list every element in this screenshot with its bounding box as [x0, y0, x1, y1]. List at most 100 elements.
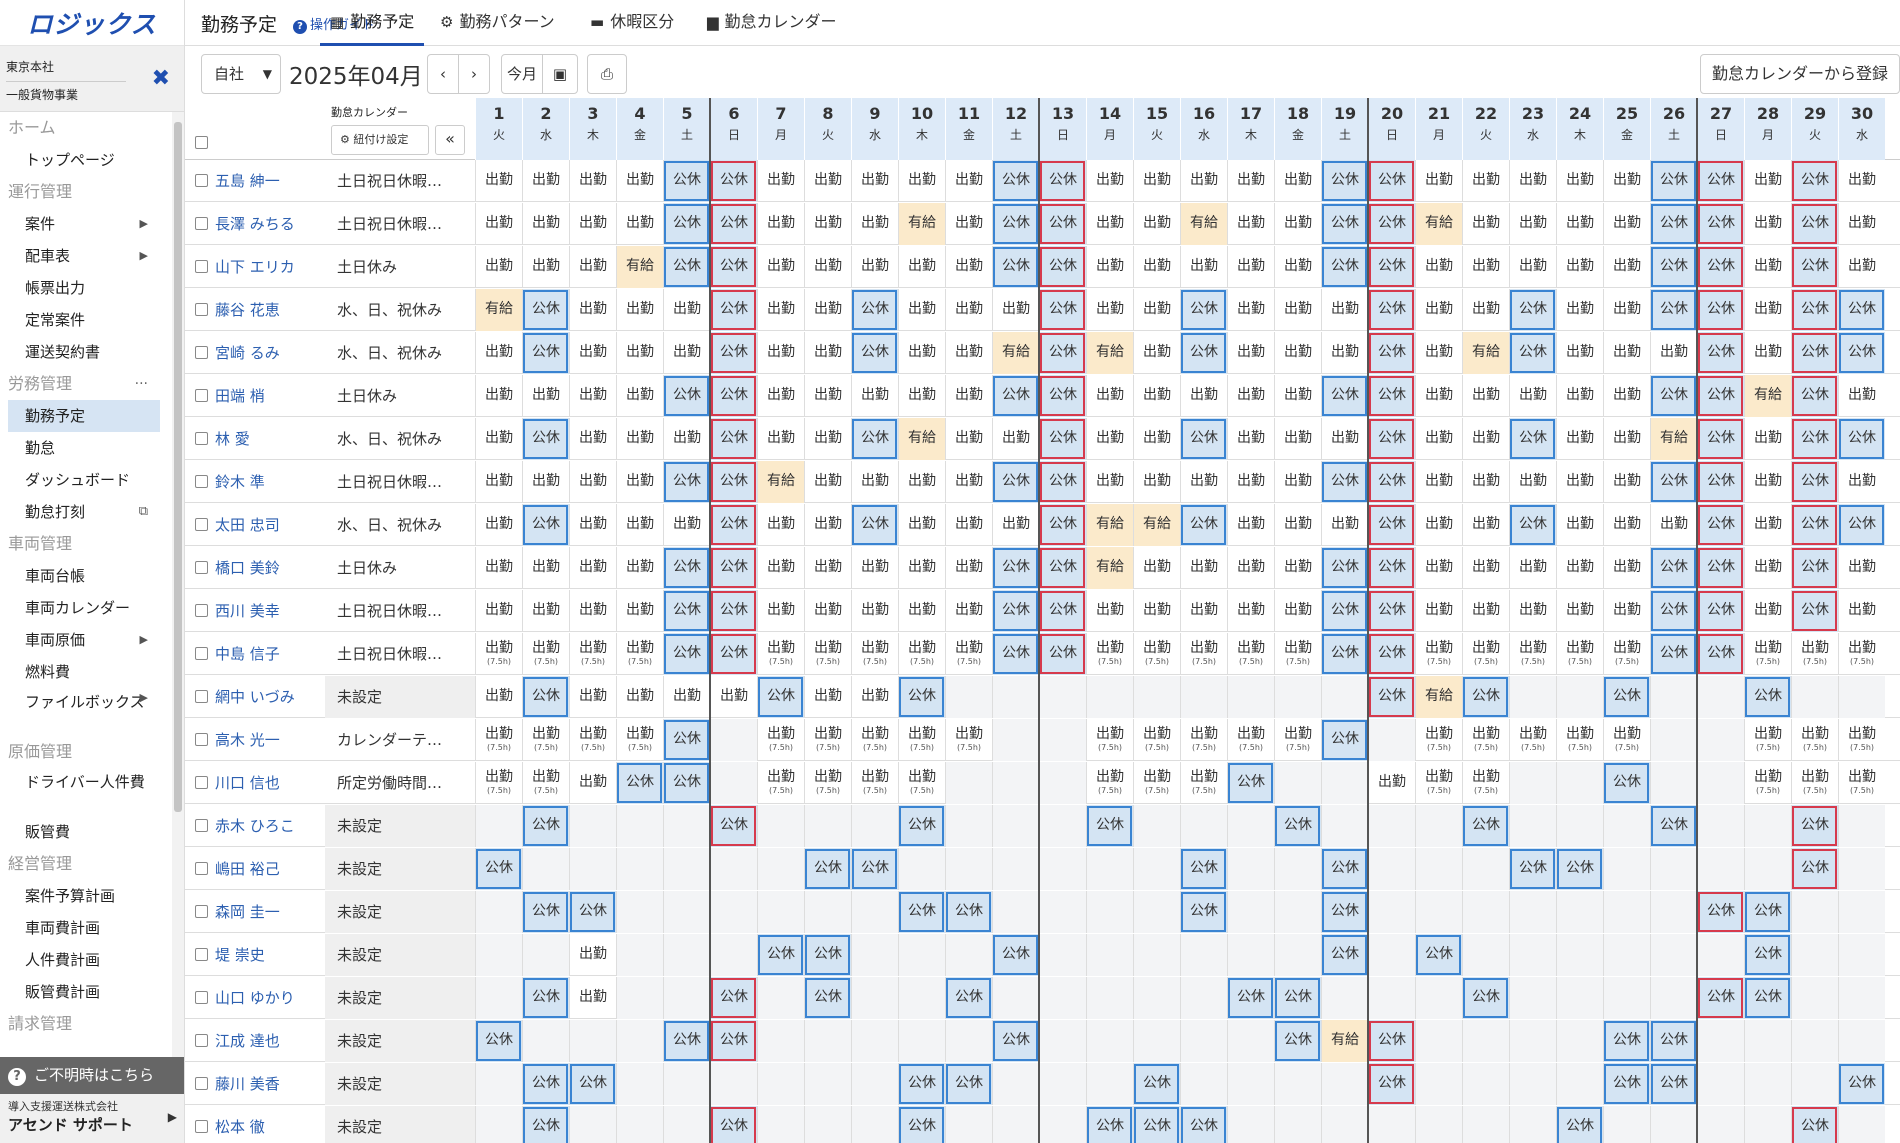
schedule-cell[interactable] [522, 1020, 569, 1062]
schedule-cell[interactable]: 出勤 (7.5h) [1415, 633, 1462, 675]
schedule-cell[interactable]: 出勤 [1274, 418, 1321, 460]
schedule-cell[interactable] [1650, 891, 1697, 933]
row-checkbox[interactable] [195, 862, 208, 875]
schedule-cell[interactable]: 公休 [1039, 246, 1086, 288]
schedule-cell[interactable]: 出勤 [1086, 461, 1133, 503]
schedule-cell[interactable]: 出勤 (7.5h) [1227, 633, 1274, 675]
schedule-cell[interactable]: 出勤 [616, 160, 663, 202]
schedule-cell[interactable]: 公休 [710, 289, 757, 331]
schedule-cell[interactable]: 出勤 [1744, 246, 1791, 288]
schedule-cell[interactable] [1697, 676, 1744, 718]
calendar-cell[interactable]: 土日祝日休暇… [325, 203, 475, 245]
schedule-cell[interactable] [1039, 719, 1086, 761]
schedule-cell[interactable]: 出勤 [1744, 332, 1791, 374]
schedule-cell[interactable] [1415, 1020, 1462, 1062]
schedule-cell[interactable]: 出勤 [851, 246, 898, 288]
schedule-cell[interactable]: 公休 [710, 246, 757, 288]
schedule-cell[interactable]: 公休 [1180, 891, 1227, 933]
schedule-cell[interactable]: 有給 [1415, 203, 1462, 245]
help-link[interactable]: ? ご不明時はこちら [0, 1057, 184, 1094]
schedule-cell[interactable]: 出勤 [1838, 461, 1885, 503]
schedule-cell[interactable]: 公休 [522, 676, 569, 718]
schedule-cell[interactable]: 出勤 [475, 590, 522, 632]
schedule-cell[interactable] [1603, 848, 1650, 890]
schedule-cell[interactable]: 公休 [1368, 633, 1415, 675]
schedule-cell[interactable]: 出勤 [1603, 461, 1650, 503]
schedule-cell[interactable] [1039, 891, 1086, 933]
schedule-cell[interactable] [992, 1063, 1039, 1105]
schedule-cell[interactable] [1509, 977, 1556, 1019]
schedule-cell[interactable]: 出勤 (7.5h) [1509, 719, 1556, 761]
row-checkbox[interactable] [195, 432, 208, 445]
schedule-cell[interactable]: 公休 [1791, 375, 1838, 417]
schedule-cell[interactable]: 公休 [1321, 246, 1368, 288]
schedule-cell[interactable]: 出勤 (7.5h) [851, 719, 898, 761]
schedule-cell[interactable] [851, 934, 898, 976]
schedule-cell[interactable]: 出勤 [945, 504, 992, 546]
calendar-cell[interactable]: 未設定 [325, 891, 475, 933]
schedule-cell[interactable]: 公休 [1556, 848, 1603, 890]
schedule-cell[interactable]: 有給 [992, 332, 1039, 374]
schedule-cell[interactable]: 有給 [1086, 504, 1133, 546]
schedule-cell[interactable]: 有給 [1415, 676, 1462, 718]
schedule-cell[interactable]: 公休 [1086, 805, 1133, 847]
schedule-cell[interactable]: 出勤 [1838, 590, 1885, 632]
schedule-cell[interactable]: 出勤 [1556, 461, 1603, 503]
schedule-cell[interactable]: 有給 [616, 246, 663, 288]
schedule-cell[interactable]: 出勤 [1321, 418, 1368, 460]
schedule-cell[interactable]: 出勤 [569, 289, 616, 331]
schedule-cell[interactable]: 公休 [1509, 848, 1556, 890]
sidebar-item[interactable]: 車両台帳 [0, 560, 172, 592]
schedule-cell[interactable]: 公休 [992, 246, 1039, 288]
schedule-cell[interactable]: 出勤 [569, 547, 616, 589]
schedule-cell[interactable]: 公休 [1321, 461, 1368, 503]
schedule-cell[interactable]: 出勤 [1368, 762, 1415, 804]
schedule-cell[interactable] [663, 934, 710, 976]
schedule-cell[interactable]: 出勤 [757, 332, 804, 374]
schedule-cell[interactable]: 公休 [1791, 289, 1838, 331]
schedule-cell[interactable]: 公休 [1368, 375, 1415, 417]
schedule-cell[interactable]: 出勤 [1556, 203, 1603, 245]
row-checkbox[interactable] [195, 303, 208, 316]
schedule-cell[interactable]: 出勤 [804, 160, 851, 202]
employee-name-link[interactable]: 山口 ゆかり [215, 977, 325, 1019]
schedule-cell[interactable]: 出勤 [569, 762, 616, 804]
schedule-cell[interactable]: 公休 [1227, 977, 1274, 1019]
employee-name-link[interactable]: 森岡 圭一 [215, 891, 325, 933]
schedule-cell[interactable]: 出勤 [851, 547, 898, 589]
sidebar-item[interactable]: 販管費計画 [0, 976, 172, 1008]
schedule-cell[interactable] [569, 1106, 616, 1143]
schedule-cell[interactable]: 公休 [569, 891, 616, 933]
schedule-cell[interactable]: 公休 [1509, 289, 1556, 331]
schedule-cell[interactable]: 出勤 (7.5h) [475, 762, 522, 804]
schedule-cell[interactable]: 出勤 [663, 504, 710, 546]
schedule-cell[interactable]: 出勤 [804, 332, 851, 374]
schedule-cell[interactable]: 公休 [1791, 332, 1838, 374]
schedule-cell[interactable] [1744, 1020, 1791, 1062]
schedule-cell[interactable] [1133, 848, 1180, 890]
row-checkbox[interactable] [195, 174, 208, 187]
schedule-cell[interactable]: 出勤 [1415, 504, 1462, 546]
schedule-cell[interactable] [1415, 1063, 1462, 1105]
schedule-cell[interactable]: 公休 [475, 848, 522, 890]
schedule-cell[interactable]: 出勤 [945, 289, 992, 331]
schedule-cell[interactable] [1697, 848, 1744, 890]
schedule-cell[interactable]: 出勤 [1133, 246, 1180, 288]
schedule-cell[interactable] [1368, 805, 1415, 847]
schedule-cell[interactable]: 出勤 [945, 332, 992, 374]
schedule-cell[interactable]: 出勤 [663, 289, 710, 331]
employee-name-link[interactable]: 五島 紳一 [215, 160, 325, 202]
schedule-cell[interactable] [1274, 934, 1321, 976]
schedule-cell[interactable]: 出勤 [1086, 289, 1133, 331]
schedule-cell[interactable]: 出勤 (7.5h) [1744, 762, 1791, 804]
schedule-cell[interactable]: 出勤 (7.5h) [1462, 762, 1509, 804]
schedule-cell[interactable] [1509, 676, 1556, 718]
schedule-cell[interactable] [1227, 891, 1274, 933]
sidebar-item[interactable]: 定常案件 [0, 304, 172, 336]
schedule-cell[interactable]: 出勤 [1180, 590, 1227, 632]
schedule-cell[interactable]: 出勤 [898, 160, 945, 202]
schedule-cell[interactable] [1697, 1020, 1744, 1062]
schedule-cell[interactable]: 出勤 [1556, 246, 1603, 288]
schedule-cell[interactable]: 出勤 [475, 418, 522, 460]
sidebar-scrollbar-thumb[interactable] [174, 122, 182, 812]
